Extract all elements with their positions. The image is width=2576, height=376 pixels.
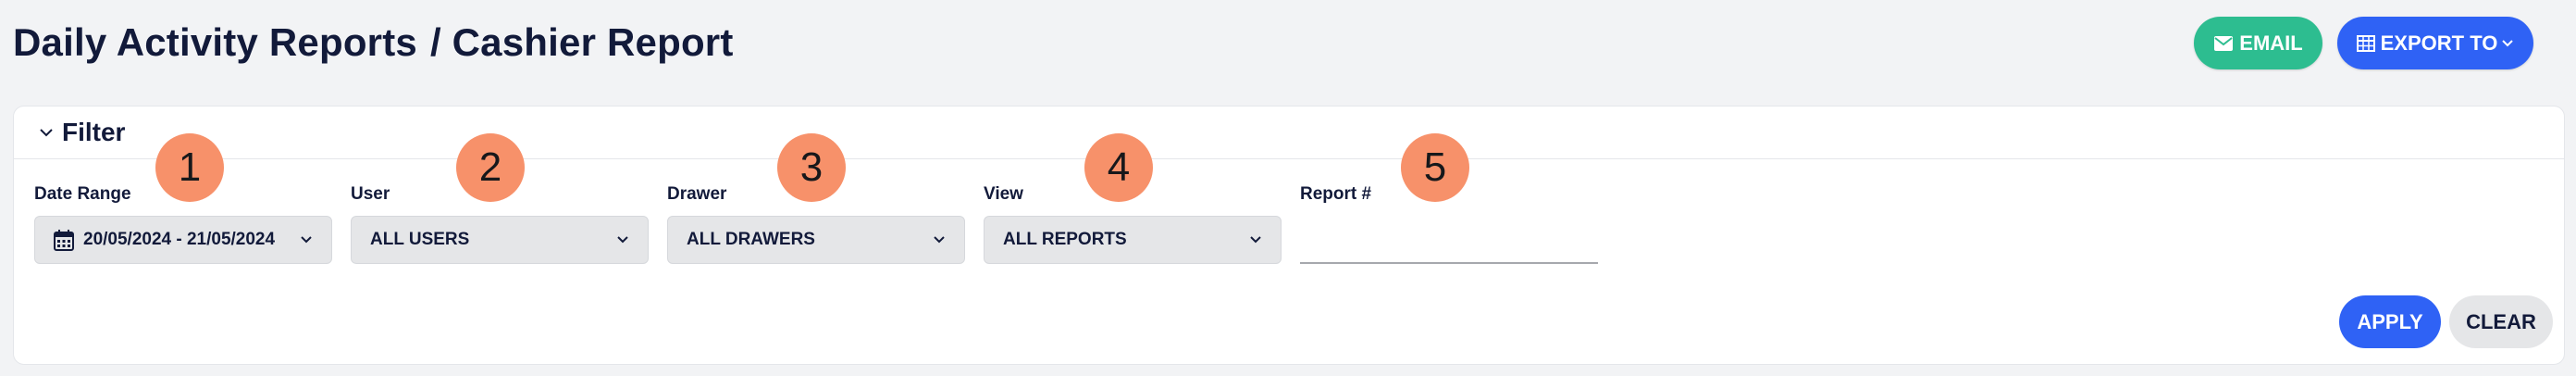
filter-panel: Filter Date Range 20/05/2024 - 21/05/202… bbox=[13, 106, 2565, 365]
annotation-badge-5: 5 bbox=[1401, 133, 1469, 202]
annotation-badge-1: 1 bbox=[155, 133, 224, 202]
annotation-badge-2: 2 bbox=[456, 133, 525, 202]
chevron-down-icon[interactable] bbox=[38, 127, 55, 138]
chevron-down-icon bbox=[616, 235, 629, 244]
view-select[interactable]: ALL REPORTS bbox=[984, 216, 1282, 264]
date-range-value: 20/05/2024 - 21/05/2024 bbox=[83, 230, 276, 249]
clear-button[interactable]: CLEAR bbox=[2449, 295, 2553, 348]
annotation-badge-4: 4 bbox=[1084, 133, 1153, 202]
chevron-down-icon bbox=[933, 235, 946, 244]
apply-button[interactable]: APPLY bbox=[2339, 295, 2441, 348]
annotation-badge-3: 3 bbox=[777, 133, 846, 202]
breadcrumb-separator: / bbox=[429, 20, 441, 64]
header-actions: EMAIL EXPORT TO bbox=[2194, 17, 2533, 69]
date-range-select[interactable]: 20/05/2024 - 21/05/2024 bbox=[34, 216, 332, 264]
user-select[interactable]: ALL USERS bbox=[351, 216, 649, 264]
email-button[interactable]: EMAIL bbox=[2194, 17, 2322, 69]
drawer-value: ALL DRAWERS bbox=[687, 230, 815, 249]
export-button-label: EXPORT TO bbox=[2380, 31, 2498, 55]
envelope-icon bbox=[2213, 35, 2234, 52]
export-to-button[interactable]: EXPORT TO bbox=[2337, 17, 2533, 69]
view-value: ALL REPORTS bbox=[1003, 230, 1127, 249]
user-value: ALL USERS bbox=[370, 230, 470, 249]
email-button-label: EMAIL bbox=[2239, 31, 2303, 55]
chevron-down-icon bbox=[300, 235, 313, 244]
report-number-input[interactable] bbox=[1300, 216, 1598, 264]
filter-header[interactable]: Filter bbox=[14, 107, 2564, 159]
drawer-select[interactable]: ALL DRAWERS bbox=[667, 216, 965, 264]
page-title: Daily Activity Reports bbox=[13, 20, 417, 64]
calendar-icon bbox=[54, 229, 74, 251]
page-header: Daily Activity Reports / Cashier Report bbox=[13, 13, 734, 72]
chevron-down-icon bbox=[1249, 235, 1262, 244]
table-icon bbox=[2356, 34, 2375, 52]
chevron-down-icon bbox=[2501, 39, 2514, 48]
page-subtitle: Cashier Report bbox=[452, 20, 734, 64]
filter-title: Filter bbox=[62, 118, 126, 146]
